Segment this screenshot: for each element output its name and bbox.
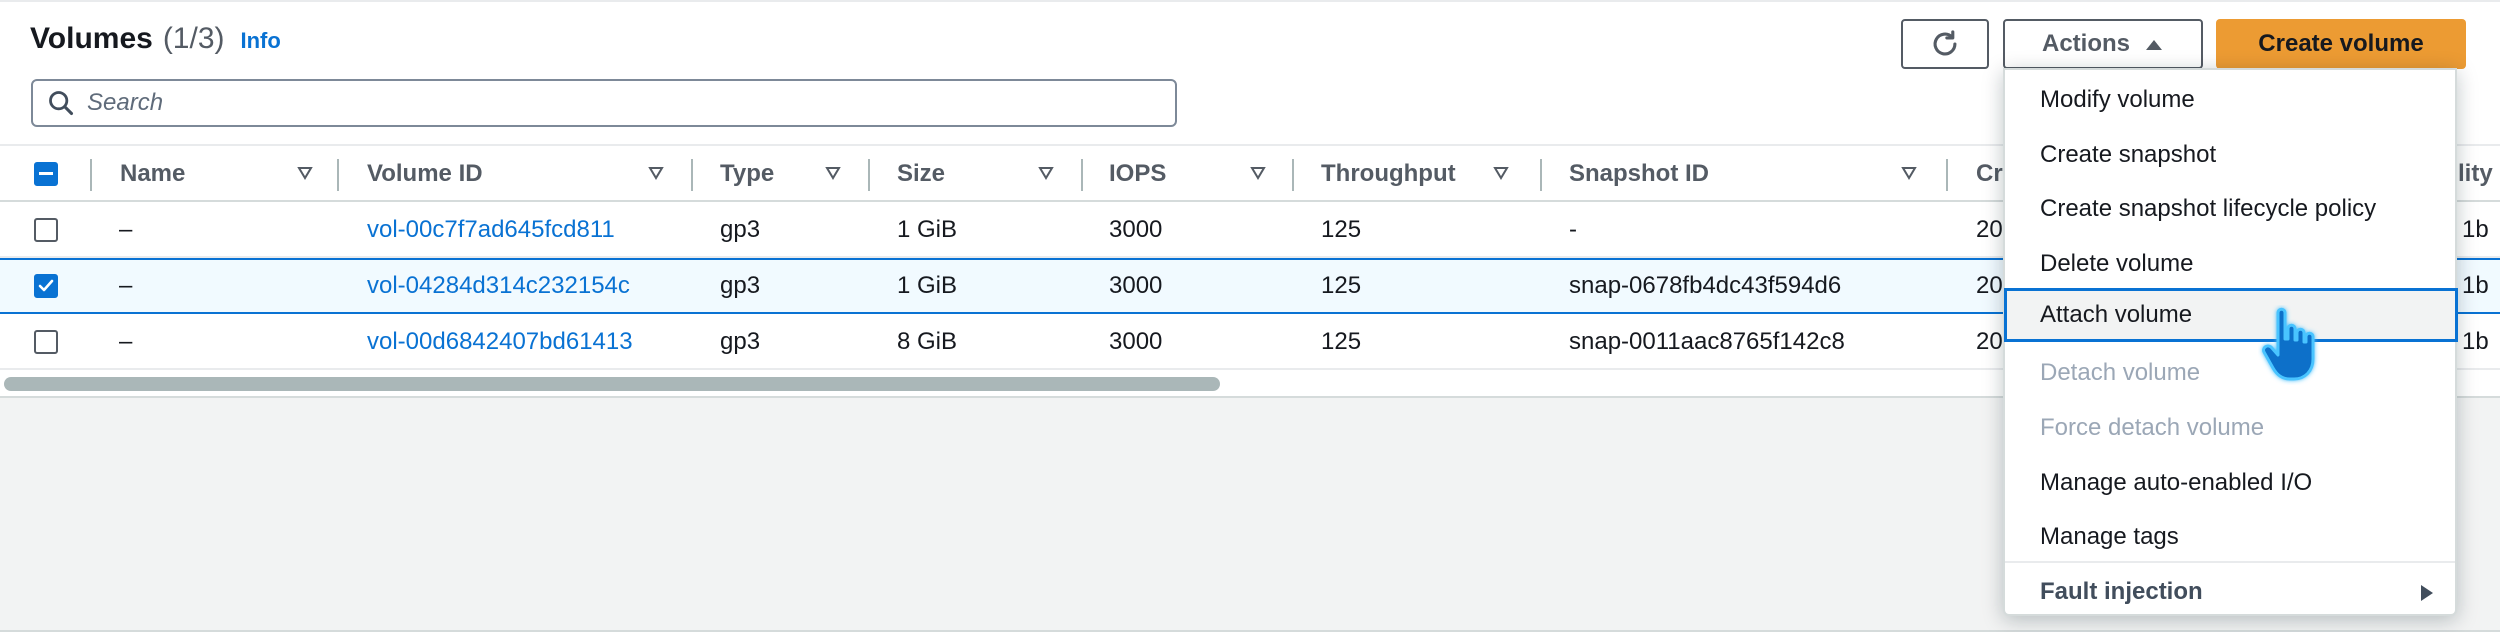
column-header-iops[interactable]: IOPS	[1109, 146, 1279, 202]
column-divider[interactable]	[1540, 159, 1542, 191]
search-placeholder: Search	[87, 89, 164, 116]
actions-button[interactable]: Actions	[2003, 19, 2203, 69]
column-divider[interactable]	[868, 159, 870, 191]
column-label: Type	[720, 160, 775, 187]
column-divider[interactable]	[1081, 159, 1083, 191]
cell-snapshot-id: -	[1569, 216, 1577, 243]
menu-item-create-snapshot-lifecycle-policy[interactable]: Create snapshot lifecycle policy	[2005, 182, 2455, 236]
select-all-checkbox[interactable]	[34, 162, 58, 186]
cell-iops: 3000	[1109, 328, 1163, 355]
row-checkbox-checked[interactable]	[34, 274, 58, 298]
info-link[interactable]: Info	[241, 28, 281, 54]
cell-throughput: 125	[1321, 272, 1362, 299]
menu-item-create-snapshot[interactable]: Create snapshot	[2005, 128, 2455, 182]
menu-item-attach-volume[interactable]: Attach volume	[2004, 288, 2458, 342]
cell-type: gp3	[720, 216, 761, 243]
menu-item-delete-volume[interactable]: Delete volume	[2005, 237, 2455, 291]
refresh-icon	[1933, 30, 1957, 56]
cell-created: 20	[1976, 328, 2003, 355]
menu-item-manage-tags[interactable]: Manage tags	[2005, 510, 2455, 564]
search-input[interactable]: Search	[31, 79, 1177, 127]
submenu-arrow-icon	[2421, 585, 2433, 601]
sort-icon[interactable]	[647, 164, 665, 182]
sort-icon[interactable]	[1900, 164, 1918, 182]
column-label: Throughput	[1321, 160, 1456, 187]
column-label: IOPS	[1109, 160, 1167, 187]
sort-icon[interactable]	[1492, 164, 1510, 182]
column-divider[interactable]	[1292, 159, 1294, 191]
cell-size: 1 GiB	[897, 216, 958, 243]
cell-name: –	[119, 328, 133, 355]
column-label: Cr	[1976, 160, 2003, 187]
cell-size: 1 GiB	[897, 272, 958, 299]
menu-item-force-detach-volume: Force detach volume	[2040, 414, 2265, 441]
column-header-availability-zone[interactable]: lity	[2458, 146, 2500, 202]
column-divider[interactable]	[1946, 159, 1948, 191]
cell-type: gp3	[720, 272, 761, 299]
checkmark-icon	[38, 279, 54, 292]
cell-created: 20	[1976, 272, 2003, 299]
cell-availability-zone: 1b	[2462, 272, 2489, 299]
column-header-snapshot-id[interactable]: Snapshot ID	[1569, 146, 1929, 202]
cell-size: 8 GiB	[897, 328, 958, 355]
cell-name: –	[119, 272, 133, 299]
row-checkbox[interactable]	[34, 330, 58, 354]
hand-pointer-cursor-icon	[2262, 307, 2315, 381]
sort-icon[interactable]	[296, 164, 314, 182]
menu-item-manage-auto-enabled-io[interactable]: Manage auto-enabled I/O	[2005, 456, 2455, 510]
menu-item-label: Fault injection	[2040, 578, 2203, 605]
cell-created: 20	[1976, 216, 2003, 243]
search-icon	[45, 87, 77, 119]
column-header-throughput[interactable]: Throughput	[1321, 146, 1521, 202]
cell-name: –	[119, 216, 133, 243]
actions-label: Actions	[2041, 30, 2130, 57]
cell-throughput: 125	[1321, 328, 1362, 355]
selection-count: (1/3)	[162, 22, 225, 55]
sort-icon[interactable]	[1037, 164, 1055, 182]
cell-type: gp3	[720, 328, 761, 355]
menu-item-fault-injection[interactable]: Fault injection	[2005, 565, 2455, 619]
column-label: Volume ID	[367, 160, 483, 187]
page-title: Volumes	[30, 22, 153, 55]
cell-snapshot-id: snap-0011aac8765f142c8	[1569, 328, 1845, 355]
horizontal-scrollbar[interactable]	[4, 377, 1220, 391]
cell-volume-id-link[interactable]: vol-00c7f7ad645fcd811	[367, 202, 615, 258]
caret-up-icon	[2146, 40, 2162, 50]
column-divider[interactable]	[90, 159, 92, 191]
menu-item-detach-volume: Detach volume	[2040, 359, 2201, 386]
cell-availability-zone: 1b	[2462, 328, 2489, 355]
cell-availability-zone: 1b	[2462, 216, 2489, 243]
create-volume-button[interactable]: Create volume	[2216, 19, 2466, 69]
cell-snapshot-id: snap-0678fb4dc43f594d6	[1569, 272, 1842, 299]
sort-icon[interactable]	[824, 164, 842, 182]
cell-iops: 3000	[1109, 216, 1163, 243]
cell-throughput: 125	[1321, 216, 1362, 243]
column-header-name[interactable]: Name	[120, 146, 330, 202]
refresh-button[interactable]	[1901, 19, 1989, 69]
cell-volume-id-link[interactable]: vol-04284d314c232154c	[367, 260, 630, 312]
sort-icon[interactable]	[1249, 164, 1267, 182]
row-checkbox[interactable]	[34, 218, 58, 242]
create-volume-label: Create volume	[2258, 30, 2424, 57]
column-label: Name	[120, 160, 186, 187]
menu-item-modify-volume[interactable]: Modify volume	[2005, 73, 2455, 127]
column-divider[interactable]	[337, 159, 339, 191]
cell-volume-id-link[interactable]: vol-00d6842407bd61413	[367, 314, 633, 370]
actions-dropdown-menu: Modify volume Create snapshot Create sna…	[2003, 68, 2458, 619]
cell-iops: 3000	[1109, 272, 1163, 299]
column-divider[interactable]	[691, 159, 693, 191]
column-header-size[interactable]: Size	[897, 146, 1067, 202]
column-label: lity	[2458, 160, 2493, 187]
column-label: Size	[897, 160, 946, 187]
page-header: Volumes (1/3) Info	[30, 22, 281, 56]
column-header-volume-id[interactable]: Volume ID	[367, 146, 687, 202]
menu-divider	[2005, 561, 2455, 563]
column-label: Snapshot ID	[1569, 160, 1710, 187]
column-header-type[interactable]: Type	[720, 146, 870, 202]
